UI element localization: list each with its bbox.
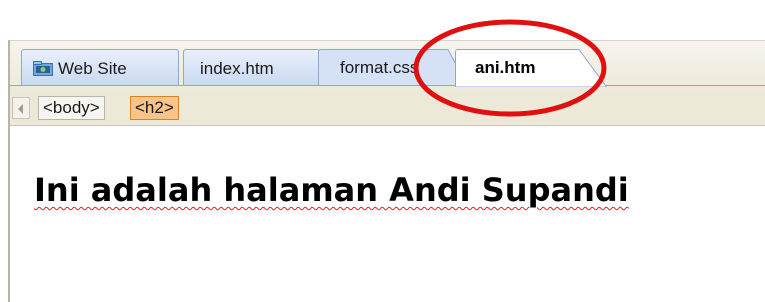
tag-selector-bar: <body> <h2> bbox=[10, 92, 765, 126]
page-heading[interactable]: Ini adalah halaman Andi Supandi bbox=[34, 170, 629, 210]
scroll-left-button[interactable] bbox=[12, 97, 30, 119]
tab-label: format.css bbox=[340, 58, 419, 77]
tab-label: Web Site bbox=[58, 59, 127, 78]
tab-web-site[interactable]: Web Site bbox=[21, 49, 179, 86]
document-tab-bar: Web Site index.htm format.css ani.htm bbox=[10, 40, 765, 93]
tag-h2[interactable]: <h2> bbox=[130, 96, 179, 120]
tab-label: ani.htm bbox=[475, 58, 536, 77]
tab-ani-htm[interactable]: ani.htm bbox=[455, 49, 607, 87]
tab-baseline bbox=[10, 85, 765, 86]
tab-index-htm[interactable]: index.htm bbox=[183, 49, 320, 86]
tab-format-css[interactable]: format.css bbox=[318, 49, 468, 86]
arrow-left-icon bbox=[18, 104, 23, 114]
tag-body[interactable]: <body> bbox=[38, 96, 105, 120]
editor-panel: Web Site index.htm format.css ani.htm <b… bbox=[8, 40, 765, 302]
document-content[interactable]: Ini adalah halaman Andi Supandi bbox=[10, 126, 765, 302]
tab-label: index.htm bbox=[200, 59, 274, 78]
folder-icon bbox=[33, 61, 53, 76]
